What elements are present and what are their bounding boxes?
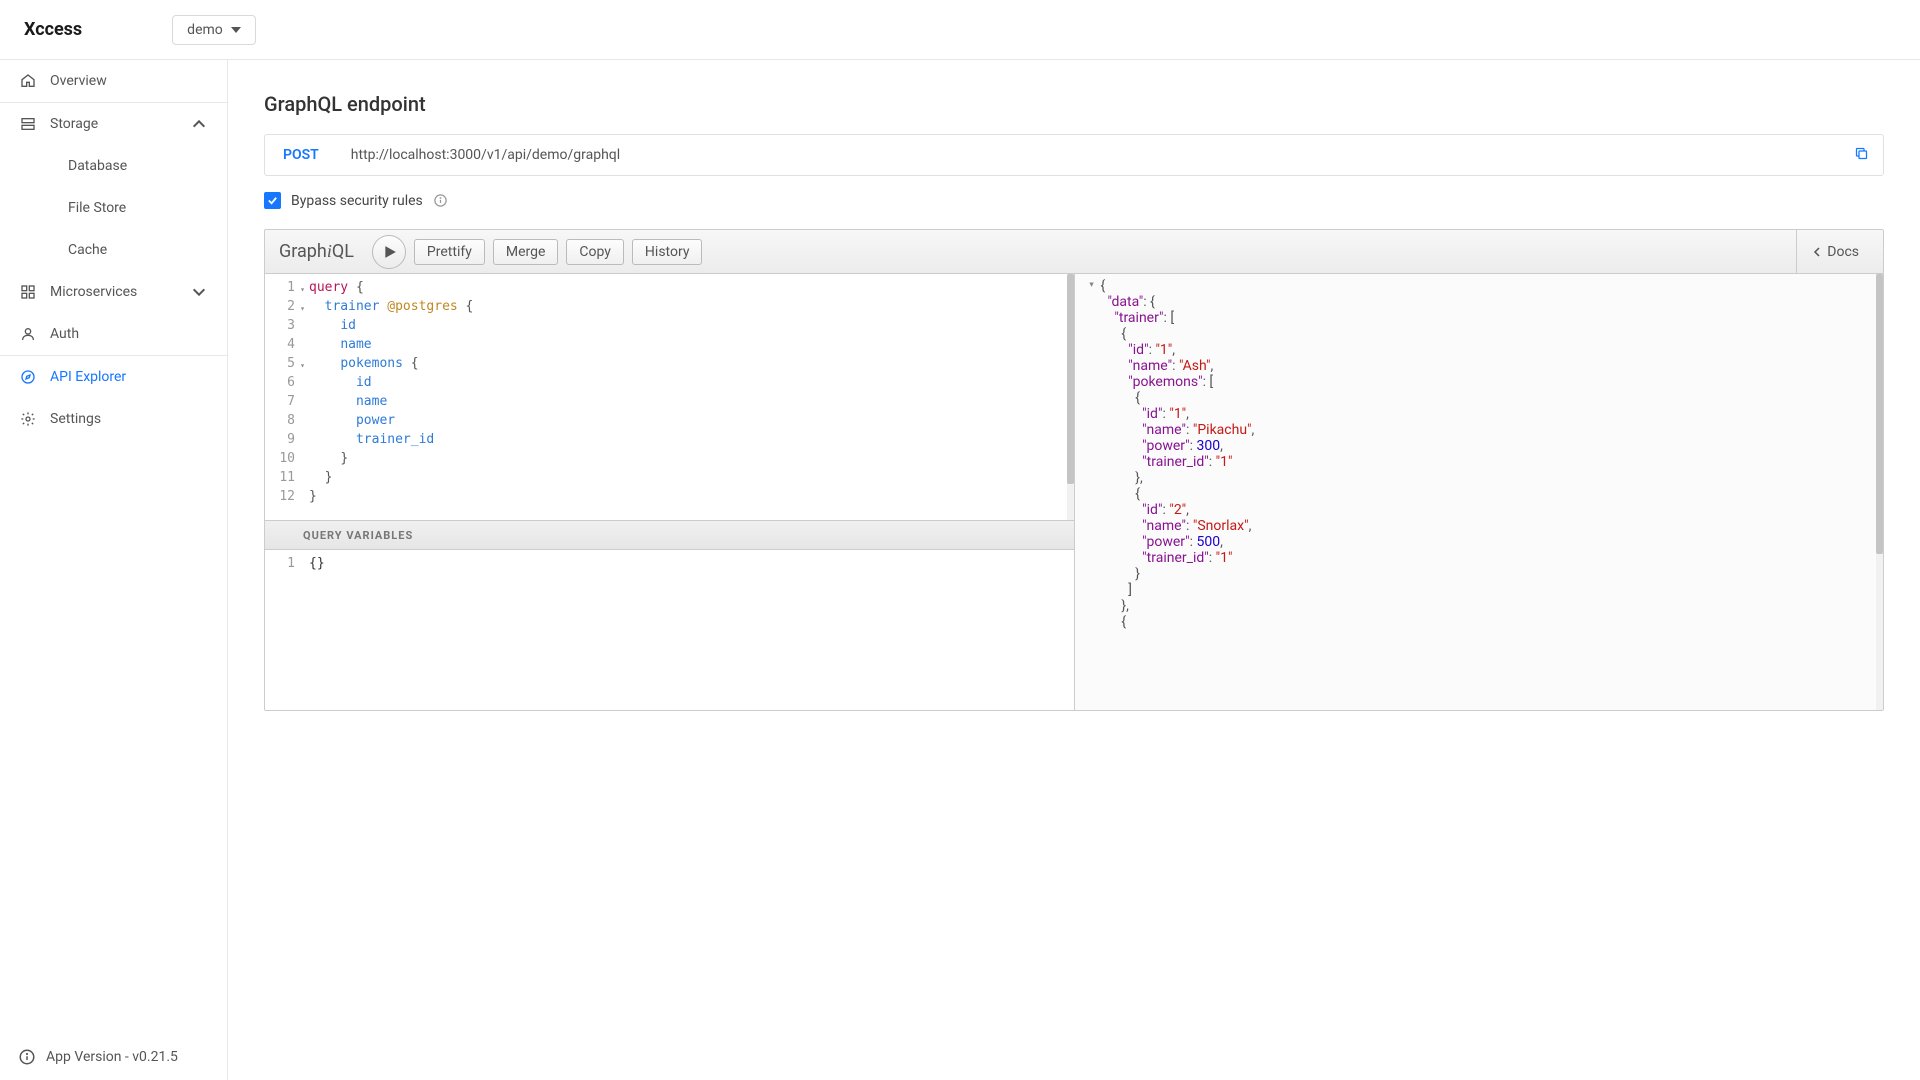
graphiql-toolbar: GraphiQL Prettify Merge Copy History Doc… [265,230,1883,274]
variables-gutter: 1 [265,550,301,710]
sidebar-item-label: Microservices [50,284,137,300]
endpoint-url: http://localhost:3000/v1/api/demo/graphq… [337,147,1840,163]
chevron-left-icon [1811,246,1823,258]
chevron-up-icon [191,116,207,132]
query-editor[interactable]: 123456789101112 query { trainer @postgre… [265,274,1074,520]
sidebar-item-microservices[interactable]: Microservices [0,271,227,313]
sidebar-item-storage[interactable]: Storage [0,103,227,145]
sidebar-item-auth[interactable]: Auth [0,313,227,355]
result-gutter [1075,274,1093,710]
info-icon [433,193,448,208]
bypass-security-row: Bypass security rules [264,192,1884,209]
bypass-security-label: Bypass security rules [291,193,423,209]
sidebar-item-label: API Explorer [50,369,126,385]
info-icon [18,1048,36,1066]
query-gutter: 123456789101112 [265,274,301,520]
copy-icon [1854,146,1869,161]
query-code[interactable]: query { trainer @postgres { id name poke… [301,274,1074,520]
project-selector[interactable]: demo [172,15,256,45]
sidebar-item-label: Storage [50,116,98,132]
prettify-button[interactable]: Prettify [414,239,485,265]
sidebar-item-label: Overview [50,73,107,89]
sidebar-item-label: Database [68,158,127,174]
compass-icon [20,369,36,385]
variables-editor[interactable]: 1 {} [265,550,1074,710]
sidebar-item-label: Auth [50,326,79,342]
graphiql-logo: GraphiQL [275,241,354,262]
variables-code[interactable]: {} [301,550,1074,710]
page-title: GraphQL endpoint [264,92,1884,116]
storage-icon [20,116,36,132]
docs-label: Docs [1827,244,1859,260]
sidebar-item-cache[interactable]: Cache [0,229,227,271]
play-icon [383,245,397,259]
app-version: App Version - v0.21.5 [0,1034,227,1080]
sidebar-item-database[interactable]: Database [0,145,227,187]
user-icon [20,326,36,342]
endpoint-bar: POST http://localhost:3000/v1/api/demo/g… [264,134,1884,176]
project-selected-label: demo [187,22,223,38]
history-button[interactable]: History [632,239,703,265]
app-logo: Xccess [24,19,82,40]
graphiql-panel: GraphiQL Prettify Merge Copy History Doc… [264,229,1884,711]
result-code: { "data": { "trainer": [ { "id": "1", "n… [1093,274,1884,710]
http-method-badge: POST [265,147,337,163]
sidebar-item-label: File Store [68,200,126,216]
main-content: GraphQL endpoint POST http://localhost:3… [228,60,1920,1080]
caret-down-icon [231,25,241,35]
docs-button[interactable]: Docs [1796,230,1873,273]
header: Xccess demo [0,0,1920,60]
version-text: App Version - v0.21.5 [46,1049,178,1065]
sidebar-item-settings[interactable]: Settings [0,398,227,440]
sidebar-item-file-store[interactable]: File Store [0,187,227,229]
check-icon [267,195,278,206]
sidebar-item-overview[interactable]: Overview [0,60,227,102]
sidebar-item-label: Cache [68,242,107,258]
query-pane: 123456789101112 query { trainer @postgre… [265,274,1075,710]
sidebar-item-label: Settings [50,411,101,427]
sidebar-item-api-explorer[interactable]: API Explorer [0,356,227,398]
chevron-down-icon [191,284,207,300]
execute-button[interactable] [372,235,406,269]
gear-icon [20,411,36,427]
result-pane: { "data": { "trainer": [ { "id": "1", "n… [1075,274,1884,710]
sidebar: Overview Storage Database File Store Cac… [0,60,228,1080]
grid-icon [20,284,36,300]
merge-button[interactable]: Merge [493,239,559,265]
query-variables-bar[interactable]: QUERY VARIABLES [265,520,1074,550]
copy-button[interactable]: Copy [566,239,624,265]
copy-endpoint-button[interactable] [1840,146,1883,165]
home-icon [20,73,36,89]
bypass-security-checkbox[interactable] [264,192,281,209]
